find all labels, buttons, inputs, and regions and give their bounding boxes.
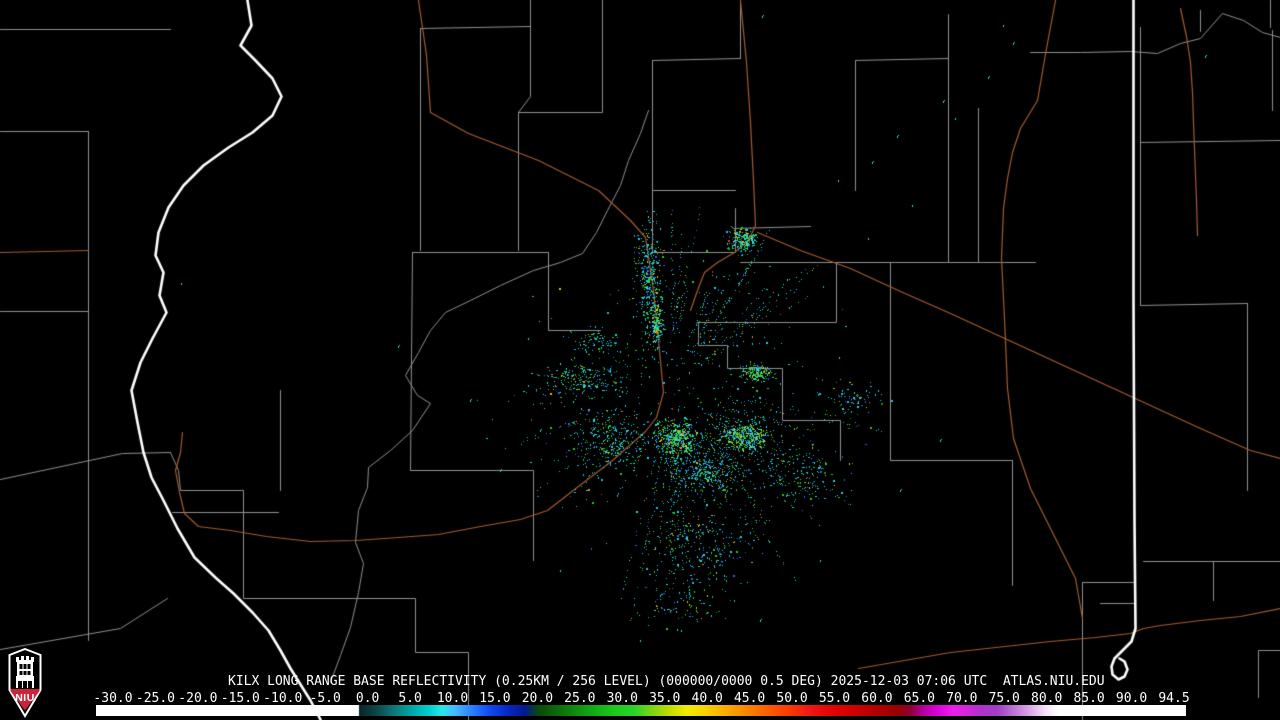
colorbar-tick: 85.0 [1073,691,1105,706]
colorbar-tick: 94.5 [1158,691,1190,706]
colorbar-tick: 90.0 [1115,691,1148,706]
colorbar-tick: 20.0 [521,691,554,706]
colorbar-tick: 35.0 [649,691,681,706]
colorbar-tick: 80.0 [1031,691,1063,706]
colorbar-tick: 70.0 [946,691,978,706]
colorbar-tick: -30.0 [93,691,133,706]
colorbar-tick: 0.0 [355,691,380,706]
colorbar-tick: 5.0 [398,691,422,706]
colorbar-tick: -25.0 [135,691,176,706]
colorbar-tick: 60.0 [861,691,893,706]
reflectivity-colorbar [96,705,1186,716]
colorbar-tick: 50.0 [776,691,808,706]
radar-map-canvas [0,0,1280,720]
colorbar-tick: 65.0 [903,691,936,706]
colorbar-tick: 45.0 [733,691,766,706]
colorbar-tick: 40.0 [691,691,723,706]
colorbar-tick: -15.0 [220,691,260,706]
niu-logo: NIU [8,648,42,718]
colorbar-tick: -10.0 [263,691,303,706]
colorbar-tick: 25.0 [564,691,596,706]
colorbar-tick: 75.0 [988,691,1020,706]
colorbar-tick-labels: -30.0 -25.0 -20.0 -15.0 -10.0 -5.0 0.0 5.0 10.0 1… [0,691,1280,706]
colorbar-tick: 30.0 [606,691,638,706]
colorbar-tick: 10.0 [436,691,469,706]
colorbar-tick: -20.0 [178,691,218,706]
radar-viewer: NIU KILX LONG RANGE BASE REFLECTIVITY (0… [0,0,1280,720]
product-title-text: KILX LONG RANGE BASE REFLECTIVITY (0.25K… [228,674,1105,689]
colorbar-tick: 15.0 [479,691,511,706]
colorbar-tick: -5.0 [309,691,341,706]
colorbar-tick: 55.0 [818,691,851,706]
